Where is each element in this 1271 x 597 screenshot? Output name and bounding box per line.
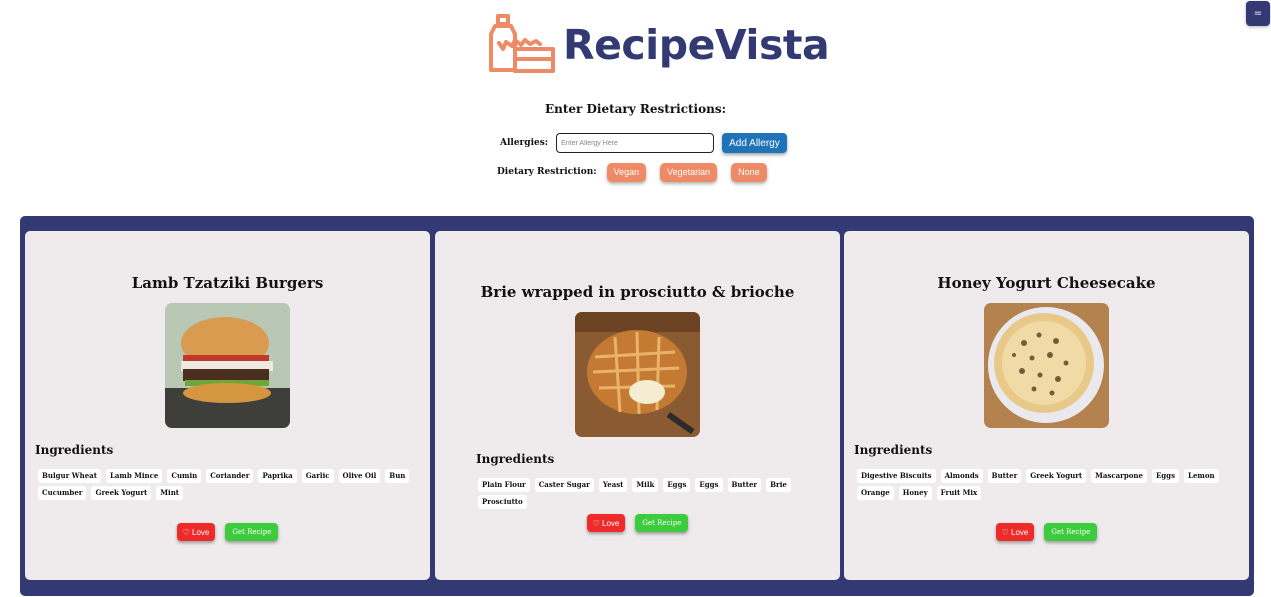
recipe-card: Lamb Tzatziki Burgers Ingredients Bulgur… bbox=[25, 231, 430, 580]
hamburger-icon: = bbox=[1253, 8, 1263, 19]
recipe-title: Honey Yogurt Cheesecake bbox=[937, 274, 1156, 292]
card-actions: ♡ Love Get Recipe bbox=[844, 523, 1249, 541]
logo: RecipeVista bbox=[485, 13, 830, 76]
vegetarian-button[interactable]: Vegetarian bbox=[660, 162, 718, 182]
ingredient-chip: Yeast bbox=[598, 478, 628, 492]
add-allergy-button[interactable]: Add Allergy bbox=[722, 133, 787, 153]
ingredient-chip: Mascarpone bbox=[1091, 469, 1147, 483]
none-button[interactable]: None bbox=[731, 162, 767, 182]
card-actions: ♡ Love Get Recipe bbox=[25, 523, 430, 541]
get-recipe-button[interactable]: Get Recipe bbox=[225, 523, 279, 541]
ingredient-chip: Caster Sugar bbox=[534, 478, 594, 492]
recipes-panel: Lamb Tzatziki Burgers Ingredients Bulgur… bbox=[20, 216, 1254, 596]
get-recipe-button[interactable]: Get Recipe bbox=[635, 514, 689, 532]
ingredient-chip: Plain Flour bbox=[478, 478, 530, 492]
recipe-card: Brie wrapped in prosciutto & brioche Ing… bbox=[435, 231, 840, 580]
ingredient-chip: Garlic bbox=[301, 469, 334, 483]
love-button[interactable]: ♡ Love bbox=[176, 523, 216, 541]
ingredient-chip: Brie bbox=[766, 478, 791, 492]
love-button[interactable]: ♡ Love bbox=[995, 523, 1035, 541]
recipe-title: Brie wrapped in prosciutto & brioche bbox=[480, 283, 795, 301]
love-button[interactable]: ♡ Love bbox=[586, 514, 626, 532]
ingredient-chip: Olive Oil bbox=[338, 469, 381, 483]
ingredient-chip: Digestive Biscuits bbox=[857, 469, 936, 483]
brand-name: RecipeVista bbox=[563, 20, 830, 69]
ingredients-heading: Ingredients bbox=[854, 443, 933, 457]
allergies-label: Allergies: bbox=[500, 138, 549, 148]
ingredient-chip: Bun bbox=[385, 469, 410, 483]
ingredient-chip: Greek Yogurt bbox=[1026, 469, 1087, 483]
diet-title: Enter Dietary Restrictions: bbox=[544, 102, 727, 116]
ingredient-list: Bulgur Wheat Lamb Mince Cumin Coriander … bbox=[38, 469, 423, 500]
ingredient-chip: Eggs bbox=[1151, 469, 1180, 483]
ingredient-chip: Prosciutto bbox=[478, 495, 527, 509]
ingredient-chip: Honey bbox=[898, 486, 932, 500]
recipe-title: Lamb Tzatziki Burgers bbox=[131, 274, 324, 292]
get-recipe-button[interactable]: Get Recipe bbox=[1044, 523, 1098, 541]
ingredient-chip: Almonds bbox=[940, 469, 983, 483]
allergy-input[interactable] bbox=[556, 133, 715, 153]
menu-button[interactable]: = bbox=[1246, 1, 1270, 26]
brioche-photo bbox=[575, 312, 700, 437]
ingredient-list: Digestive Biscuits Almonds Butter Greek … bbox=[857, 469, 1227, 500]
ingredient-chip: Lamb Mince bbox=[105, 469, 163, 483]
ingredients-heading: Ingredients bbox=[476, 452, 555, 466]
grocery-bag-icon bbox=[489, 14, 555, 73]
ingredient-chip: Fruit Mix bbox=[936, 486, 982, 500]
ingredient-chip: Butter bbox=[987, 469, 1022, 483]
ingredient-chip: Orange bbox=[857, 486, 894, 500]
ingredient-chip: Cumin bbox=[167, 469, 202, 483]
ingredient-chip: Paprika bbox=[258, 469, 297, 483]
ingredient-list: Plain Flour Caster Sugar Yeast Milk Eggs… bbox=[478, 478, 838, 509]
cheesecake-photo bbox=[984, 303, 1109, 428]
ingredient-chip: Eggs bbox=[663, 478, 691, 492]
ingredient-chip: Lemon bbox=[1184, 469, 1219, 483]
ingredient-chip: Eggs bbox=[695, 478, 723, 492]
card-actions: ♡ Love Get Recipe bbox=[435, 514, 840, 532]
vegan-button[interactable]: Vegan bbox=[606, 162, 647, 182]
ingredient-chip: Butter bbox=[727, 478, 762, 492]
restriction-label: Dietary Restriction: bbox=[497, 167, 597, 177]
ingredient-chip: Greek Yogurt bbox=[91, 486, 152, 500]
allergy-row: Allergies: Add Allergy bbox=[500, 132, 787, 154]
ingredient-chip: Milk bbox=[632, 478, 659, 492]
ingredient-chip: Cucumber bbox=[38, 486, 87, 500]
restriction-row: Dietary Restriction: Vegan Vegetarian No… bbox=[497, 162, 767, 182]
ingredients-heading: Ingredients bbox=[35, 443, 114, 457]
burger-photo bbox=[165, 303, 290, 428]
recipe-card: Honey Yogurt Cheesecake Ingredients Dige… bbox=[844, 231, 1249, 580]
ingredient-chip: Coriander bbox=[206, 469, 254, 483]
ingredient-chip: Bulgur Wheat bbox=[38, 469, 101, 483]
ingredient-chip: Mint bbox=[156, 486, 184, 500]
